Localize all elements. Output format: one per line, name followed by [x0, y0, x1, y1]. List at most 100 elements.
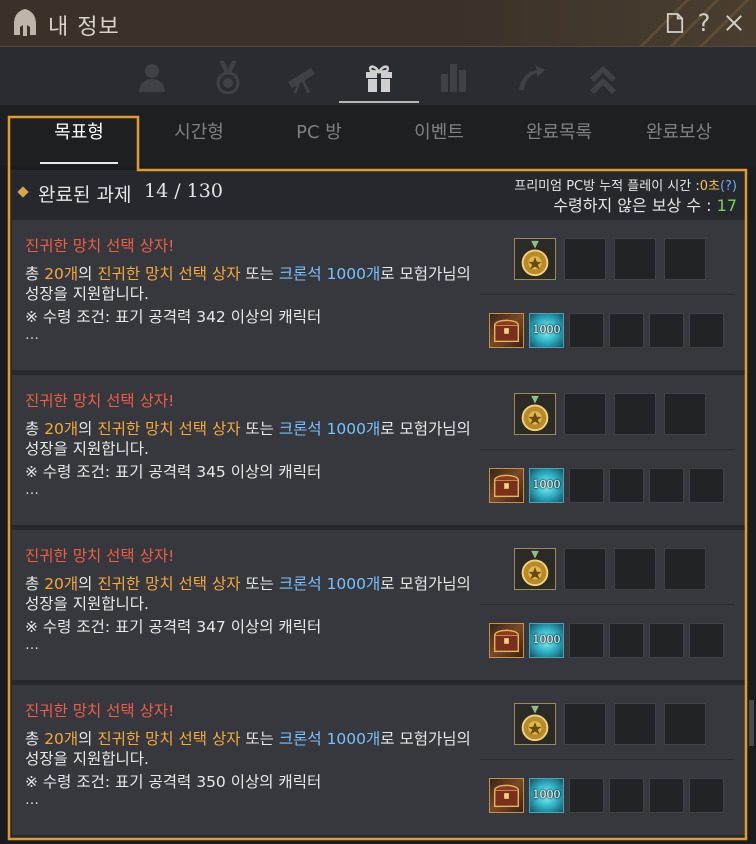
empty-reward-slot	[664, 548, 706, 590]
chevron-up-icon[interactable]	[583, 57, 623, 97]
reward-card[interactable]: 진귀한 망치 선택 상자! 총 20개의 진귀한 망치 선택 상자 또는 크론석…	[12, 685, 747, 835]
condition-value: 350	[196, 773, 226, 791]
empty-reward-slot	[649, 468, 684, 503]
tab-completed-list[interactable]: 완료목록	[499, 118, 619, 144]
condition-value: 347	[196, 618, 226, 636]
card-description: 총 20개의 진귀한 망치 선택 상자 또는 크론석 1000개로 모험가님의 …	[25, 729, 475, 769]
medal-icon[interactable]	[514, 393, 556, 435]
desc-of: 의	[78, 730, 98, 748]
chest-icon[interactable]	[489, 778, 524, 813]
reward-card[interactable]: 진귀한 망치 선택 상자! 총 20개의 진귀한 망치 선택 상자 또는 크론석…	[12, 375, 747, 525]
reward-card[interactable]: 진귀한 망치 선택 상자! 총 20개의 진귀한 망치 선택 상자 또는 크론석…	[12, 530, 747, 680]
medal-icon[interactable]	[514, 548, 556, 590]
desc-count: 20개	[44, 420, 79, 438]
chest-icon[interactable]	[489, 313, 524, 348]
growth-icon[interactable]	[510, 57, 550, 97]
cron-stone-icon[interactable]: 1000	[529, 623, 564, 658]
reward-card[interactable]: 진귀한 망치 선택 상자! 총 20개의 진귀한 망치 선택 상자 또는 크론석…	[12, 220, 747, 370]
panel-header: 완료된 과제 14 / 130 프리미엄 PC방 누적 플레이 시간 :0초(?…	[10, 170, 747, 218]
empty-reward-slot	[614, 548, 656, 590]
condition-label: ※ 수령 조건:	[25, 618, 111, 636]
cron-stone-icon[interactable]: 1000	[529, 468, 564, 503]
card-title: 진귀한 망치 선택 상자!	[25, 702, 175, 720]
card-description: 총 20개의 진귀한 망치 선택 상자 또는 크론석 1000개로 모험가님의 …	[25, 419, 475, 459]
desc-or: 또는	[240, 575, 279, 593]
unclaimed-label: 수령하지 않은 보상 수 :	[553, 196, 712, 215]
chest-icon[interactable]	[489, 468, 524, 503]
cron-stone-icon[interactable]: 1000	[529, 313, 564, 348]
empty-reward-slot	[569, 313, 604, 348]
empty-reward-slot	[689, 468, 724, 503]
condition-label: ※ 수령 조건:	[25, 308, 111, 326]
condition-label: ※ 수령 조건:	[25, 773, 111, 791]
empty-reward-slot	[649, 623, 684, 658]
more-indicator: …	[25, 327, 39, 343]
tab-pc-bang[interactable]: PC 방	[259, 118, 379, 144]
medal-icon[interactable]	[208, 57, 248, 97]
cron-stone-count: 1000	[532, 788, 561, 801]
card-condition: ※ 수령 조건: 표기 공격력 342 이상의 캐릭터	[25, 305, 321, 327]
empty-reward-slot	[614, 393, 656, 435]
desc-total: 총	[25, 575, 45, 593]
desc-or: 또는	[240, 420, 279, 438]
gift-icon[interactable]	[359, 57, 399, 97]
tab-time[interactable]: 시간형	[139, 118, 259, 144]
condition-pre: 표기 공격력	[110, 773, 197, 791]
cron-stone-count: 1000	[532, 633, 561, 646]
condition-value: 342	[196, 308, 226, 326]
bar-chart-icon[interactable]	[434, 57, 474, 97]
empty-reward-slot	[609, 778, 644, 813]
empty-reward-slot	[564, 238, 606, 280]
tab-event[interactable]: 이벤트	[379, 118, 499, 144]
medal-icon[interactable]	[514, 703, 556, 745]
condition-value: 345	[196, 463, 226, 481]
condition-post: 이상의 캐릭터	[225, 308, 322, 326]
empty-reward-slot	[569, 468, 604, 503]
card-condition: ※ 수령 조건: 표기 공격력 345 이상의 캐릭터	[25, 460, 321, 482]
desc-total: 총	[25, 730, 45, 748]
desc-item: 진귀한 망치 선택 상자	[97, 420, 241, 438]
desc-item: 진귀한 망치 선택 상자	[97, 730, 241, 748]
desc-total: 총	[25, 420, 45, 438]
condition-post: 이상의 캐릭터	[225, 618, 322, 636]
empty-reward-slot	[689, 778, 724, 813]
empty-reward-slot	[614, 703, 656, 745]
card-title: 진귀한 망치 선택 상자!	[25, 392, 175, 410]
empty-reward-slot	[609, 468, 644, 503]
desc-of: 의	[78, 575, 98, 593]
document-icon[interactable]	[663, 10, 687, 36]
desc-stone: 크론석 1000개	[278, 730, 381, 748]
tab-completed-reward[interactable]: 완료보상	[619, 118, 739, 144]
empty-reward-slot	[614, 238, 656, 280]
card-title: 진귀한 망치 선택 상자!	[25, 547, 175, 565]
condition-post: 이상의 캐릭터	[225, 463, 322, 481]
person-icon[interactable]	[132, 57, 172, 97]
close-icon[interactable]	[722, 10, 746, 36]
content-panel: 완료된 과제 14 / 130 프리미엄 PC방 누적 플레이 시간 :0초(?…	[10, 170, 747, 838]
unclaimed-value: 17	[716, 196, 737, 215]
reward-divider	[480, 604, 735, 605]
desc-or: 또는	[240, 730, 279, 748]
medal-icon[interactable]	[514, 238, 556, 280]
active-icon-tab-indicator	[339, 101, 419, 103]
help-icon[interactable]: ?	[692, 9, 716, 37]
empty-reward-slot	[689, 313, 724, 348]
tab-bar: 목표형 시간형 PC 방 이벤트 완료목록 완료보상	[0, 105, 756, 165]
desc-stone: 크론석 1000개	[278, 420, 381, 438]
empty-reward-slot	[564, 548, 606, 590]
scrollbar[interactable]	[749, 700, 754, 746]
tab-goal[interactable]: 목표형	[19, 118, 139, 144]
empty-reward-slot	[664, 238, 706, 280]
telescope-icon[interactable]	[282, 57, 322, 97]
desc-count: 20개	[44, 575, 79, 593]
empty-reward-slot	[689, 623, 724, 658]
window-title: 내 정보	[48, 15, 120, 40]
condition-label: ※ 수령 조건:	[25, 463, 111, 481]
cron-stone-icon[interactable]: 1000	[529, 778, 564, 813]
cron-stone-count: 1000	[532, 323, 561, 336]
helmet-icon	[12, 8, 38, 38]
card-condition: ※ 수령 조건: 표기 공격력 347 이상의 캐릭터	[25, 615, 321, 637]
chest-icon[interactable]	[489, 623, 524, 658]
empty-reward-slot	[569, 623, 604, 658]
completed-label: 완료된 과제	[38, 184, 132, 206]
